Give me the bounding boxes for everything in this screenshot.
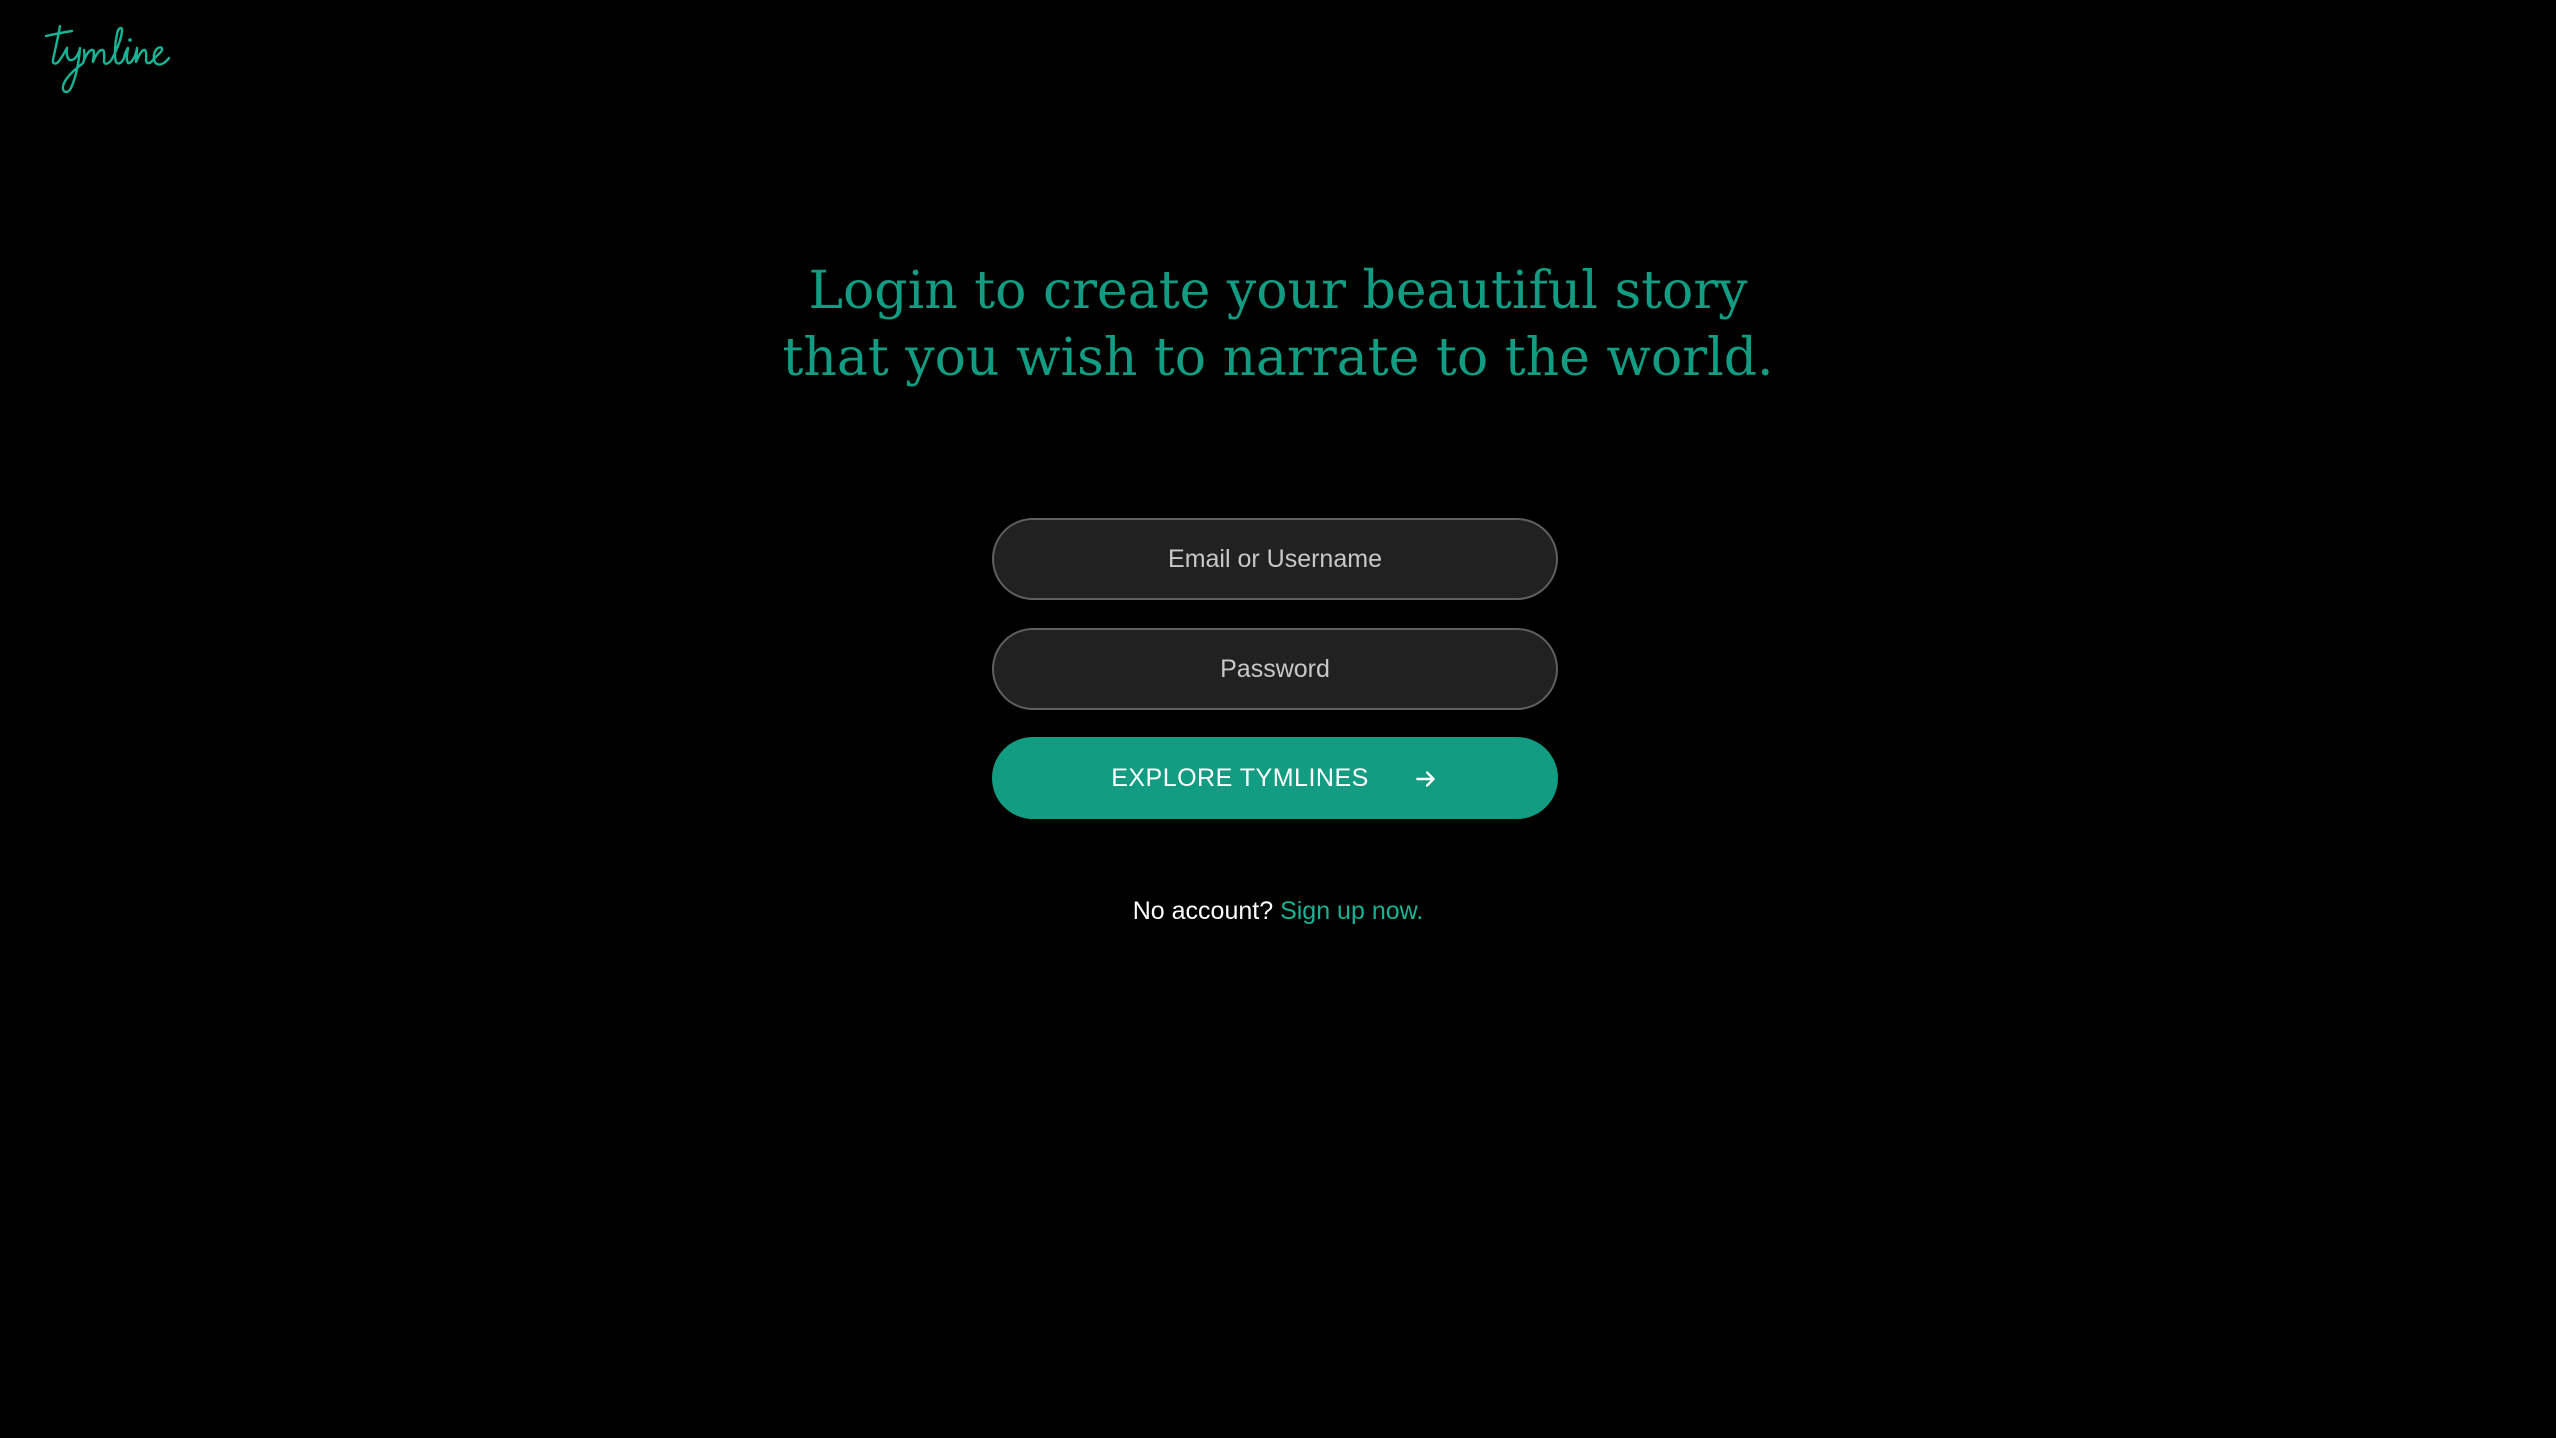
explore-tymlines-label: EXPLORE TYMLINES [1111,763,1369,792]
signup-prompt-text: No account? [1132,897,1281,925]
arrow-right-icon [1415,771,1435,787]
explore-tymlines-button[interactable]: EXPLORE TYMLINES [992,737,1558,819]
signup-prompt: No account? Sign up now. [0,897,2556,926]
login-page: Login to create your beautiful story tha… [0,0,2556,1438]
tymline-logo[interactable] [38,20,173,100]
headline-line-1: Login to create your beautiful story [808,261,1748,321]
sign-up-link[interactable]: Sign up now. [1280,897,1423,925]
page-headline: Login to create your beautiful story tha… [0,258,2556,392]
password-input[interactable] [992,628,1558,710]
headline-line-2: that you wish to narrate to the world. [782,328,1774,388]
email-or-username-input[interactable] [992,518,1558,600]
